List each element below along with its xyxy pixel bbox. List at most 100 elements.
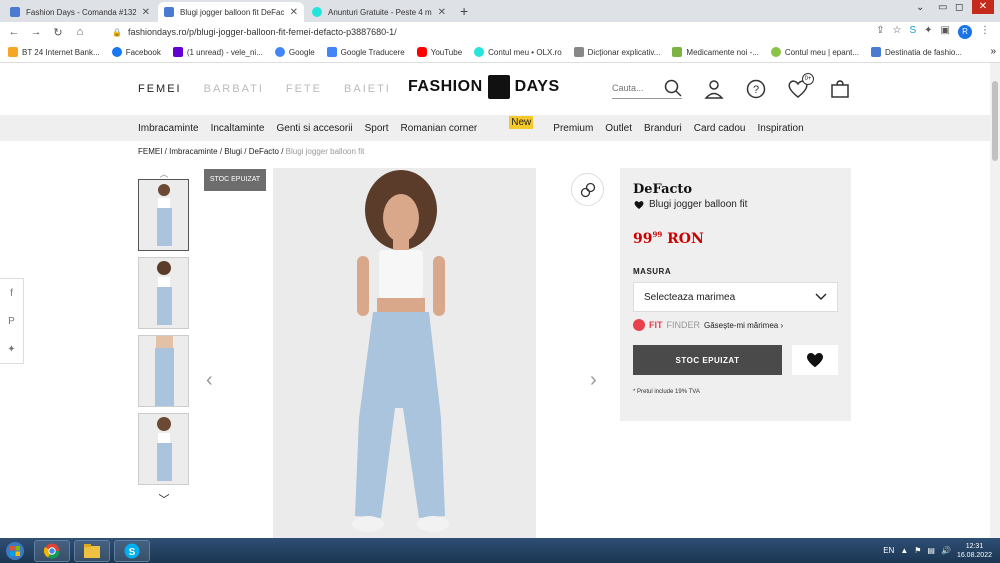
bookmark-star-icon[interactable]: ☆: [893, 25, 902, 39]
page-scrollbar[interactable]: [990, 63, 1000, 538]
thumbs-down-arrow-icon[interactable]: ﹀: [138, 491, 190, 507]
lock-icon[interactable]: 🔒: [112, 28, 122, 37]
home-icon[interactable]: ⌂: [72, 26, 88, 38]
nav-romanian-corner[interactable]: Romanian corner New: [401, 115, 534, 134]
wishlist-heart-icon[interactable]: 0+: [786, 73, 814, 101]
chrome-taskbar-button[interactable]: [34, 539, 70, 562]
breadcrumb-link[interactable]: Blugi: [224, 147, 242, 156]
close-tab-icon[interactable]: ✕: [438, 7, 446, 18]
side-panel-icon[interactable]: ▣: [941, 25, 950, 39]
facebook-share-icon[interactable]: f: [10, 288, 13, 299]
tab-baieti[interactable]: BAIETI: [344, 83, 391, 95]
browser-tab[interactable]: Anunturi Gratuite - Peste 4 milio ✕: [306, 2, 452, 22]
thumbnail[interactable]: [138, 335, 189, 407]
bookmark-label: Dicționar explicativ...: [587, 47, 661, 57]
search-icon[interactable]: [664, 79, 682, 97]
out-of-stock-button[interactable]: STOC EPUIZAT: [633, 345, 782, 375]
olx-favicon-icon: [312, 7, 322, 17]
bookmark-item[interactable]: Contul meu • OLX.ro: [474, 47, 562, 57]
product-brand[interactable]: DeFacto: [633, 182, 838, 197]
menu-kebab-icon[interactable]: ⋮: [980, 25, 990, 39]
bookmark-item[interactable]: Google Traducere: [326, 47, 405, 57]
close-tab-icon[interactable]: ✕: [290, 7, 298, 18]
thumbnail-model-image: [139, 414, 188, 484]
breadcrumb-link[interactable]: Imbracaminte: [169, 147, 217, 156]
thumbs-up-arrow-icon[interactable]: ︿: [138, 167, 190, 179]
fitfinder-link[interactable]: Găsește-mi mărimea ›: [704, 321, 783, 330]
close-tab-icon[interactable]: ✕: [142, 7, 150, 18]
skype-extension-icon[interactable]: S: [909, 25, 916, 39]
size-select-value: Selecteaza marimea: [644, 291, 736, 303]
bookmark-item[interactable]: Destinatia de fashio...: [871, 47, 962, 57]
explorer-taskbar-button[interactable]: [74, 539, 110, 562]
account-icon[interactable]: [702, 77, 726, 101]
bookmark-item[interactable]: YouTube: [416, 47, 462, 57]
network-icon[interactable]: ▤: [927, 546, 935, 555]
add-to-favorites-button[interactable]: [792, 345, 838, 375]
product-main-image[interactable]: [273, 168, 536, 538]
bookmarks-overflow-icon[interactable]: »: [990, 46, 996, 57]
bookmark-item[interactable]: BT 24 Internet Bank...: [8, 47, 100, 57]
back-icon[interactable]: ←: [6, 26, 22, 38]
thumbnail[interactable]: [138, 179, 189, 251]
fit-finder[interactable]: FIT FINDER Găsește-mi mărimea ›: [633, 319, 838, 331]
thumbnail[interactable]: [138, 413, 189, 485]
thumbnail[interactable]: [138, 257, 189, 329]
nav-sport[interactable]: Sport: [365, 123, 389, 134]
reload-icon[interactable]: ↻: [50, 26, 66, 39]
share-page-icon[interactable]: ⇪: [876, 25, 884, 39]
clock[interactable]: 12:31 16.08.2022: [957, 542, 992, 560]
nav-imbracaminte[interactable]: Imbracaminte: [138, 123, 199, 134]
breadcrumb-link[interactable]: FEMEI: [138, 147, 162, 156]
maximize-icon[interactable]: ◻: [955, 2, 963, 13]
site-logo[interactable]: FASHION DAYS: [408, 75, 560, 99]
nav-premium[interactable]: Premium: [553, 123, 593, 134]
tab-search-icon[interactable]: ⌄: [916, 2, 924, 13]
start-button[interactable]: [0, 538, 30, 563]
bookmark-item[interactable]: Google: [274, 47, 315, 57]
nav-genti-accesorii[interactable]: Genti si accesorii: [277, 123, 353, 134]
nav-outlet[interactable]: Outlet: [605, 123, 632, 134]
share-link-button[interactable]: [571, 173, 604, 206]
prev-image-arrow-icon[interactable]: ‹: [206, 369, 213, 392]
bookmark-item[interactable]: Medicamente noi -...: [672, 47, 759, 57]
bookmark-item[interactable]: Contul meu | epant...: [770, 47, 859, 57]
tab-label: Anunturi Gratuite - Peste 4 milio: [328, 7, 432, 17]
chevron-down-icon: [815, 293, 827, 300]
bookmark-item[interactable]: Dicționar explicativ...: [573, 47, 661, 57]
browser-tab[interactable]: Fashion Days - Comanda #13202 ✕: [4, 2, 156, 22]
scrollbar-thumb[interactable]: [992, 81, 998, 161]
minimize-icon[interactable]: ▭: [938, 2, 947, 13]
window-close-icon[interactable]: ✕: [972, 0, 994, 14]
tray-arrow-icon[interactable]: ▲: [900, 546, 908, 555]
cart-bag-icon[interactable]: [828, 77, 852, 101]
system-tray: EN ▲ ⚑ ▤ 🔊 12:31 16.08.2022: [883, 538, 992, 563]
language-indicator[interactable]: EN: [883, 546, 894, 555]
twitter-share-icon[interactable]: ✦: [7, 344, 15, 355]
tab-femei[interactable]: FEMEI: [138, 83, 182, 95]
profile-avatar[interactable]: R: [958, 25, 972, 39]
nav-card-cadou[interactable]: Card cadou: [694, 123, 746, 134]
url-field[interactable]: fashiondays.ro/p/blugi-jogger-balloon-fi…: [128, 27, 397, 37]
flag-icon[interactable]: ⚑: [914, 546, 921, 555]
search-input[interactable]: [612, 82, 658, 93]
extensions-icon[interactable]: ✦: [924, 25, 932, 39]
forward-icon[interactable]: →: [28, 26, 44, 38]
pinterest-share-icon[interactable]: P: [8, 316, 15, 327]
next-image-arrow-icon[interactable]: ›: [590, 369, 597, 392]
size-select[interactable]: Selecteaza marimea: [633, 282, 838, 312]
breadcrumb-link[interactable]: DeFacto: [249, 147, 279, 156]
volume-icon[interactable]: 🔊: [941, 546, 951, 555]
nav-incaltaminte[interactable]: Incaltaminte: [211, 123, 265, 134]
browser-tab-active[interactable]: Blugi jogger balloon fit DeFacto ✕: [158, 2, 304, 22]
bookmark-item[interactable]: (1 unread) - vele_ni...: [172, 47, 263, 57]
tab-fete[interactable]: FETE: [286, 83, 322, 95]
tab-label: Blugi jogger balloon fit DeFacto: [180, 7, 284, 17]
help-icon[interactable]: ?: [744, 77, 768, 101]
nav-branduri[interactable]: Branduri: [644, 123, 682, 134]
bookmark-item[interactable]: Facebook: [111, 47, 161, 57]
tab-barbati[interactable]: BARBATI: [204, 83, 264, 95]
nav-inspiration[interactable]: Inspiration: [758, 123, 804, 134]
new-tab-icon[interactable]: +: [460, 3, 468, 19]
skype-taskbar-button[interactable]: S: [114, 539, 150, 562]
